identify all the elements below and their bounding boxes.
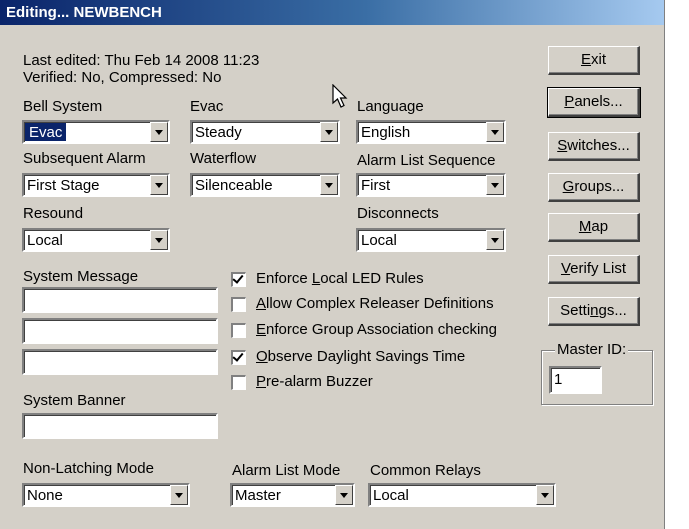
waterflow-select[interactable]: Silenceable [190, 173, 340, 197]
language-label: Language [357, 98, 424, 115]
alarm-list-sequence-value: First [361, 177, 391, 194]
pre-alarm-buzzer-checkbox[interactable] [231, 375, 246, 390]
settings-button[interactable]: Settings... [548, 297, 640, 326]
pre-alarm-buzzer-label[interactable]: Pre-alarm Buzzer [256, 373, 373, 391]
common-relays-select[interactable]: Local [368, 483, 556, 507]
enforce-local-led-label[interactable]: Enforce Local LED Rules [256, 270, 424, 288]
non-latching-mode-value: None [27, 487, 63, 504]
subsequent-alarm-label: Subsequent Alarm [23, 150, 146, 167]
editor-window: Editing... NEWBENCH Last edited: Thu Feb… [0, 0, 665, 529]
system-message-line-3[interactable] [22, 349, 218, 375]
chevron-down-icon[interactable] [486, 175, 504, 195]
allow-complex-releaser-checkbox[interactable] [231, 297, 246, 312]
resound-value: Local [27, 232, 63, 249]
waterflow-value: Silenceable [195, 177, 273, 194]
allow-complex-releaser-label[interactable]: Allow Complex Releaser Definitions [256, 295, 494, 313]
evac-label: Evac [190, 98, 224, 115]
waterflow-label: Waterflow [190, 150, 257, 167]
chevron-down-icon[interactable] [486, 230, 504, 250]
alarm-list-sequence-select[interactable]: First [356, 173, 506, 197]
chevron-down-icon[interactable] [150, 122, 168, 142]
enforce-group-association-checkbox[interactable] [231, 323, 246, 338]
resound-label: Resound [23, 205, 84, 222]
panels-button[interactable]: Panels... [547, 87, 641, 118]
window-title: Editing... NEWBENCH [0, 0, 664, 25]
groups-button[interactable]: Groups... [548, 173, 640, 202]
switches-button[interactable]: Switches... [548, 132, 640, 161]
chevron-down-icon[interactable] [320, 122, 338, 142]
chevron-down-icon[interactable] [320, 175, 338, 195]
map-button[interactable]: Map [548, 213, 640, 242]
bell-system-label: Bell System [23, 98, 103, 115]
alarm-list-mode-label: Alarm List Mode [232, 462, 341, 479]
chevron-down-icon[interactable] [150, 230, 168, 250]
evac-select[interactable]: Steady [190, 120, 340, 144]
chevron-down-icon[interactable] [150, 175, 168, 195]
verified-text: Verified: No, Compressed: No [23, 69, 222, 86]
enforce-local-led-checkbox[interactable] [231, 272, 246, 287]
common-relays-value: Local [373, 487, 409, 504]
subsequent-alarm-value: First Stage [27, 177, 100, 194]
chevron-down-icon[interactable] [486, 122, 504, 142]
alarm-list-mode-value: Master [235, 487, 281, 504]
system-message-line-1[interactable] [22, 287, 218, 313]
bell-system-select[interactable]: Evac [22, 120, 170, 144]
resound-select[interactable]: Local [22, 228, 170, 252]
exit-button[interactable]: Exit [548, 46, 640, 75]
alarm-list-mode-select[interactable]: Master [230, 483, 355, 507]
non-latching-mode-select[interactable]: None [22, 483, 190, 507]
master-id-input[interactable]: 1 [549, 366, 602, 394]
system-banner-label: System Banner [23, 392, 126, 409]
language-value: English [361, 124, 411, 141]
master-id-value: 1 [554, 371, 563, 388]
evac-value: Steady [195, 124, 242, 141]
mouse-pointer-icon [332, 84, 348, 108]
common-relays-label: Common Relays [370, 462, 481, 479]
system-message-line-2[interactable] [22, 318, 218, 344]
observe-dst-label[interactable]: Observe Daylight Savings Time [256, 348, 465, 366]
chevron-down-icon[interactable] [170, 485, 188, 505]
chevron-down-icon[interactable] [335, 485, 353, 505]
bell-system-value: Evac [25, 123, 67, 141]
last-edited-text: Last edited: Thu Feb 14 2008 11:23 [23, 52, 260, 69]
subsequent-alarm-select[interactable]: First Stage [22, 173, 170, 197]
disconnects-select[interactable]: Local [356, 228, 506, 252]
master-id-label: Master ID: [555, 341, 629, 359]
system-message-label: System Message [23, 268, 139, 285]
disconnects-value: Local [361, 232, 397, 249]
enforce-group-association-label[interactable]: Enforce Group Association checking [256, 321, 497, 339]
verify-list-button[interactable]: Verify List [548, 255, 640, 284]
language-select[interactable]: English [356, 120, 506, 144]
alarm-list-sequence-label: Alarm List Sequence [357, 152, 496, 169]
system-banner-input[interactable] [22, 413, 218, 439]
chevron-down-icon[interactable] [536, 485, 554, 505]
disconnects-label: Disconnects [357, 205, 439, 222]
observe-dst-checkbox[interactable] [231, 350, 246, 365]
non-latching-mode-label: Non-Latching Mode [23, 460, 154, 477]
